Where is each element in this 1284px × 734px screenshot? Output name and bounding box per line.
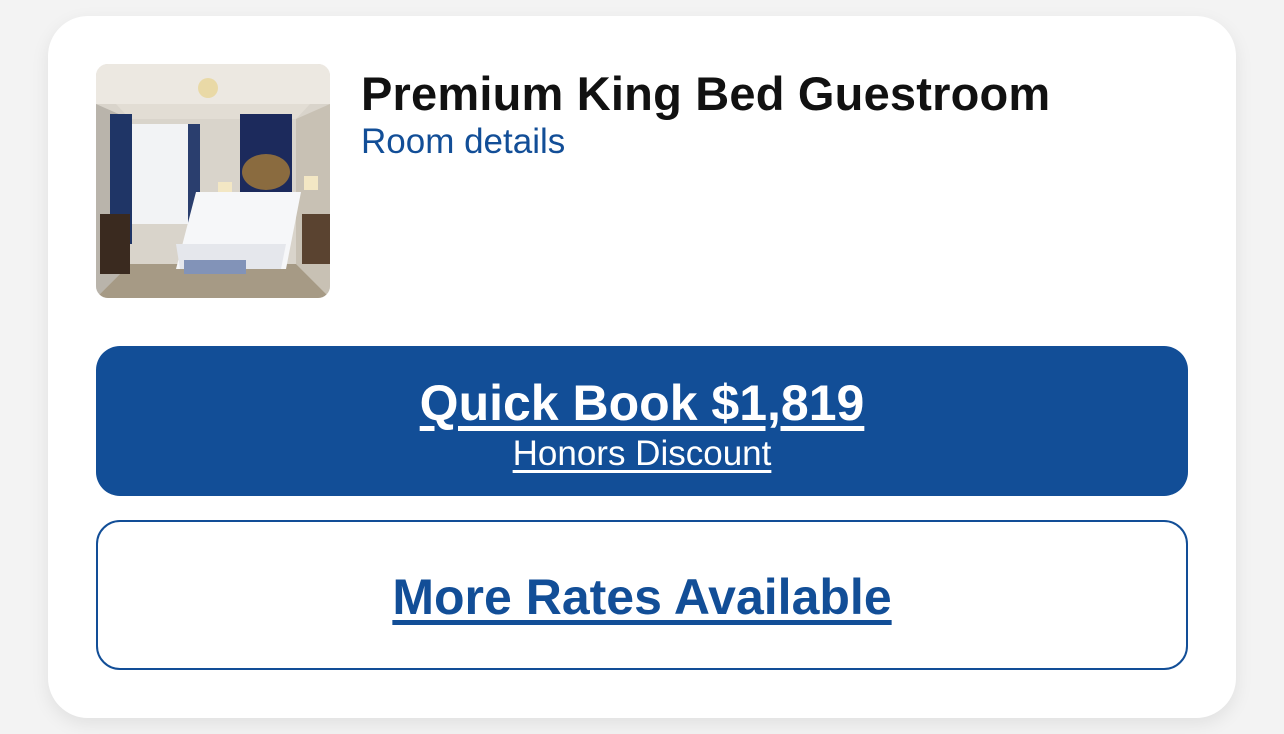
- room-photo[interactable]: [96, 64, 330, 298]
- quick-book-label: Quick Book $1,819: [419, 375, 865, 431]
- more-rates-button[interactable]: More Rates Available: [96, 520, 1188, 670]
- room-card: Premium King Bed Guestroom Room details …: [48, 16, 1236, 718]
- quick-book-button[interactable]: Quick Book $1,819 Honors Discount: [96, 346, 1188, 496]
- room-photo-image: [96, 64, 330, 298]
- more-rates-label: More Rates Available: [392, 569, 892, 625]
- room-details-link[interactable]: Room details: [361, 122, 565, 162]
- room-title: Premium King Bed Guestroom: [361, 67, 1051, 120]
- quick-book-sublabel: Honors Discount: [512, 434, 772, 473]
